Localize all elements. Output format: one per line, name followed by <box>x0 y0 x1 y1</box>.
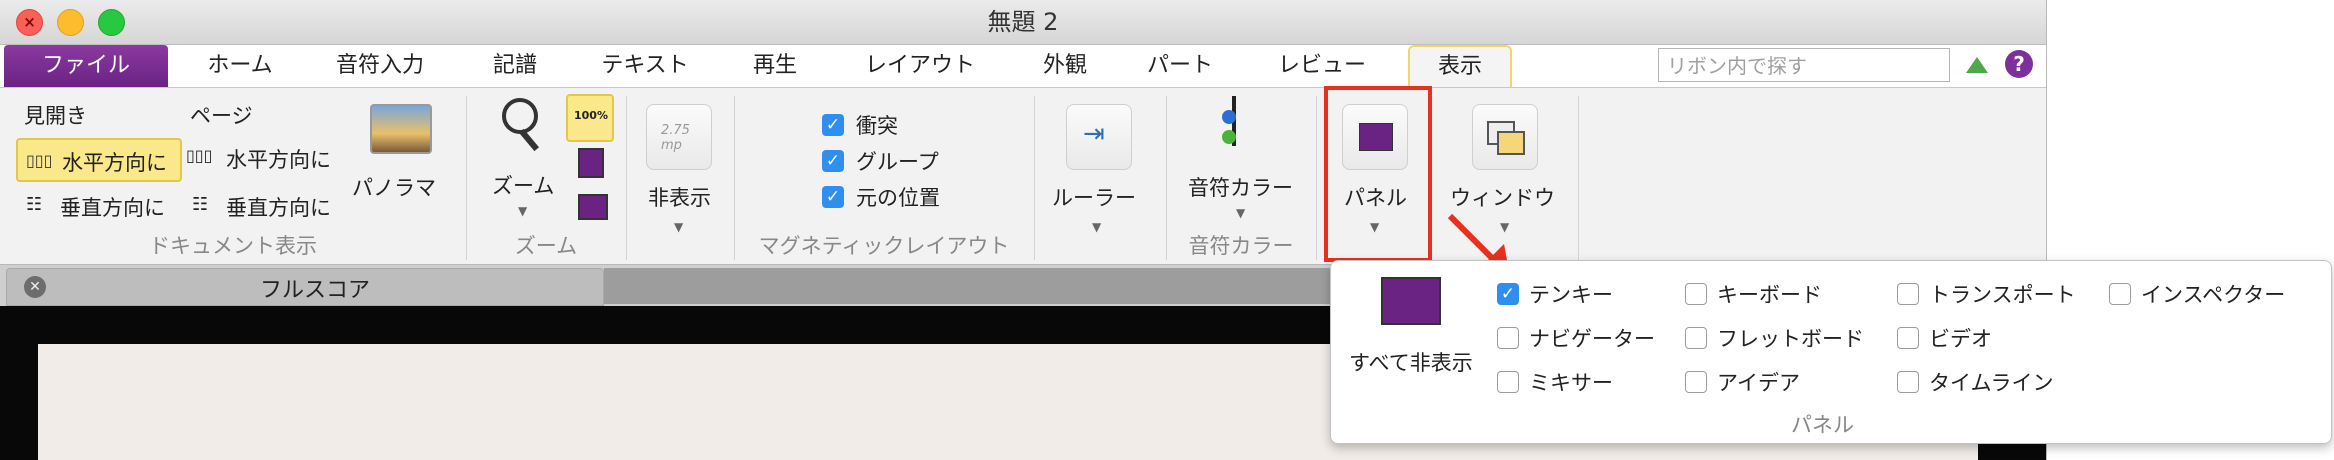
window-title: 無題 2 <box>987 8 1059 36</box>
magnifier-icon <box>502 98 538 134</box>
ideas-checkbox[interactable] <box>1685 371 1707 393</box>
note-color-group-label: 音符カラー <box>1188 234 1294 258</box>
hide-dropdown-caret[interactable]: ▼ <box>674 220 683 234</box>
mixer-checkbox[interactable] <box>1497 371 1519 393</box>
group-checkbox[interactable]: ✓ <box>822 150 844 172</box>
hide-button[interactable]: 非表示 <box>648 182 711 212</box>
zoom-button[interactable]: ズーム <box>492 170 554 200</box>
video-checkbox[interactable] <box>1897 327 1919 349</box>
ruler-icon: ⇥ <box>1083 119 1105 149</box>
panorama-icon <box>370 104 432 154</box>
note-color-button[interactable]: 音符カラー <box>1188 172 1293 202</box>
tab-text[interactable]: テキスト <box>585 45 705 87</box>
video-label: ビデオ <box>1929 327 1992 351</box>
window-icon-front <box>1497 131 1525 155</box>
tab-file[interactable]: ファイル <box>4 45 168 87</box>
fit-page-icon[interactable] <box>578 148 604 178</box>
tab-layout[interactable]: レイアウト <box>850 45 990 87</box>
zoom-100-icon-text: 100% <box>574 109 608 122</box>
title-bar: × 無題 2 <box>0 0 2046 45</box>
hide-all-panels-icon[interactable] <box>1381 277 1441 325</box>
panel-menu-footer-label: パネル <box>1791 413 1854 437</box>
spread-horizontal-label: 水平方向に <box>62 151 167 175</box>
doc-view-group-label: ドキュメント表示 <box>149 234 317 258</box>
ruler-icon-box: ⇥ <box>1066 104 1132 170</box>
original-position-label: 元の位置 <box>856 186 940 210</box>
inspector-label: インスペクター <box>2141 283 2286 307</box>
score-tab-label: フルスコア <box>260 278 371 303</box>
zoom-100-button[interactable]: 100% <box>566 94 614 142</box>
numpad-checkbox[interactable]: ✓ <box>1497 283 1519 305</box>
inspector-checkbox[interactable] <box>2109 283 2131 305</box>
panel-highlight-annotation <box>1324 86 1432 262</box>
ruler-dropdown-caret[interactable]: ▼ <box>1092 220 1101 234</box>
note-color-icon <box>1222 130 1236 144</box>
page-horizontal-icon: ▯▯▯ <box>186 146 213 165</box>
numpad-label: テンキー <box>1529 283 1613 307</box>
close-tab-icon[interactable]: ✕ <box>24 276 46 298</box>
group-divider <box>1316 96 1317 260</box>
page-horizontal-button[interactable]: 水平方向に <box>226 144 331 174</box>
navigator-label: ナビゲーター <box>1529 327 1655 351</box>
vertical-pages-icon: ☷ <box>26 194 43 215</box>
tab-playback[interactable]: 再生 <box>735 45 815 87</box>
tab-view[interactable]: 表示 <box>1408 45 1512 87</box>
tab-appearance[interactable]: 外観 <box>1025 45 1105 87</box>
spread-label: 見開き <box>24 104 87 128</box>
tab-notation[interactable]: 記譜 <box>475 45 555 87</box>
group-label: グループ <box>856 150 939 174</box>
tab-parts[interactable]: パート <box>1135 45 1225 87</box>
timeline-label: タイムライン <box>1929 371 2054 395</box>
tab-note-input[interactable]: 音符入力 <box>325 45 435 87</box>
panorama-button[interactable]: パノラマ <box>352 172 436 202</box>
keyboard-label: キーボード <box>1717 283 1822 307</box>
ideas-label: アイデア <box>1717 371 1800 395</box>
zoom-group-label: ズーム <box>514 234 578 258</box>
spread-horizontal-button[interactable]: ▯▯▯ 水平方向に <box>16 138 182 182</box>
fretboard-checkbox[interactable] <box>1685 327 1707 349</box>
fretboard-label: フレットボード <box>1717 327 1864 351</box>
panel-dropdown-menu: すべて非表示 ✓ テンキー キーボード トランスポート インスペクター ナビゲー… <box>1330 260 2332 444</box>
hide-all-panels-button[interactable]: すべて非表示 <box>1349 347 1473 377</box>
magnetic-group-label: マグネティックレイアウト <box>758 234 1010 258</box>
collapse-ribbon-icon[interactable] <box>1966 57 1988 73</box>
note-color-dropdown-caret[interactable]: ▼ <box>1236 206 1245 220</box>
navigator-checkbox[interactable] <box>1497 327 1519 349</box>
ruler-button[interactable]: ルーラー <box>1052 182 1136 212</box>
transport-label: トランスポート <box>1929 283 2076 307</box>
help-button[interactable]: ? <box>2005 50 2033 78</box>
mixer-label: ミキサー <box>1529 371 1613 395</box>
timeline-checkbox[interactable] <box>1897 371 1919 393</box>
ribbon-search-input[interactable]: リボン内で探す <box>1658 48 1950 82</box>
page-vertical-icon: ☷ <box>192 194 209 215</box>
spread-vertical-button[interactable]: 垂直方向に <box>60 192 165 222</box>
tab-review[interactable]: レビュー <box>1262 45 1382 87</box>
hide-button-icon-box: 2.75 mp <box>646 104 712 170</box>
group-divider <box>1578 96 1579 260</box>
hide-icon-text: 2.75 mp <box>661 123 690 153</box>
window-button[interactable]: ウィンドウ <box>1450 182 1555 212</box>
note-blue-head-icon <box>1222 110 1236 124</box>
horizontal-pages-icon: ▯▯▯ <box>26 151 53 170</box>
page-label: ページ <box>190 104 253 128</box>
fit-width-icon[interactable] <box>578 194 608 220</box>
collision-label: 衝突 <box>856 114 898 138</box>
keyboard-checkbox[interactable] <box>1685 283 1707 305</box>
group-divider <box>1034 96 1035 260</box>
zoom-dropdown-caret[interactable]: ▼ <box>518 204 527 218</box>
tab-home[interactable]: ホーム <box>190 45 290 87</box>
collision-checkbox[interactable]: ✓ <box>822 114 844 136</box>
transport-checkbox[interactable] <box>1897 283 1919 305</box>
window-icon-box <box>1472 104 1538 170</box>
original-position-checkbox[interactable]: ✓ <box>822 186 844 208</box>
page-vertical-button[interactable]: 垂直方向に <box>226 192 331 222</box>
group-divider <box>626 96 627 260</box>
